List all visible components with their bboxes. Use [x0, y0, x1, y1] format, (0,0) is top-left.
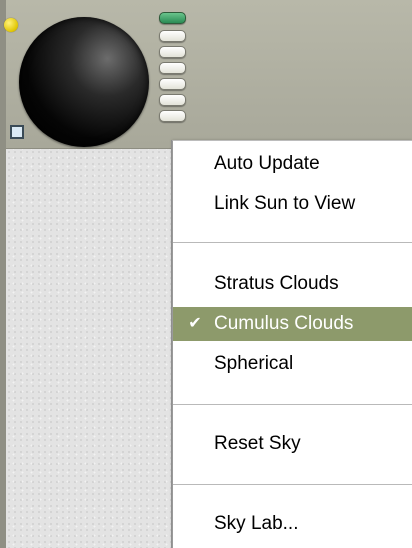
sky-context-menu: Auto Update Link Sun to View Stratus Clo…	[172, 140, 412, 548]
menu-separator	[173, 242, 412, 244]
menu-separator	[173, 404, 412, 406]
checkmark-icon: ✔	[188, 315, 202, 332]
menu-item-auto-update[interactable]: Auto Update	[173, 147, 412, 181]
preset-button[interactable]	[159, 78, 186, 90]
view-toggle-checkbox[interactable]	[10, 125, 24, 139]
menu-item-label: Reset Sky	[214, 433, 301, 454]
menu-item-label: Cumulus Clouds	[214, 313, 354, 334]
menu-item-label: Link Sun to View	[214, 193, 356, 214]
menu-item-link-sun-to-view[interactable]: Link Sun to View	[173, 187, 412, 221]
preset-button-stack	[159, 12, 186, 126]
menu-item-cumulus-clouds[interactable]: ✔ Cumulus Clouds	[173, 307, 412, 341]
preset-button[interactable]	[159, 94, 186, 106]
preset-button[interactable]	[159, 30, 186, 42]
preset-button[interactable]	[159, 62, 186, 74]
preset-button[interactable]	[159, 46, 186, 58]
menu-item-stratus-clouds[interactable]: Stratus Clouds	[173, 267, 412, 301]
preset-button[interactable]	[159, 110, 186, 122]
menu-item-spherical[interactable]: Spherical	[173, 347, 412, 381]
menu-item-label: Stratus Clouds	[214, 273, 339, 294]
sun-indicator-icon[interactable]	[4, 18, 18, 32]
menu-item-sky-lab[interactable]: Sky Lab...	[173, 507, 412, 541]
sun-direction-knob[interactable]	[19, 17, 149, 147]
sky-panel: Auto Update Link Sun to View Stratus Clo…	[0, 0, 412, 548]
menu-item-reset-sky[interactable]: Reset Sky	[173, 427, 412, 461]
menu-item-label: Auto Update	[214, 153, 320, 174]
preset-button-active[interactable]	[159, 12, 186, 24]
menu-separator	[173, 484, 412, 486]
menu-item-label: Sky Lab...	[214, 513, 299, 534]
menu-item-label: Spherical	[214, 353, 294, 374]
